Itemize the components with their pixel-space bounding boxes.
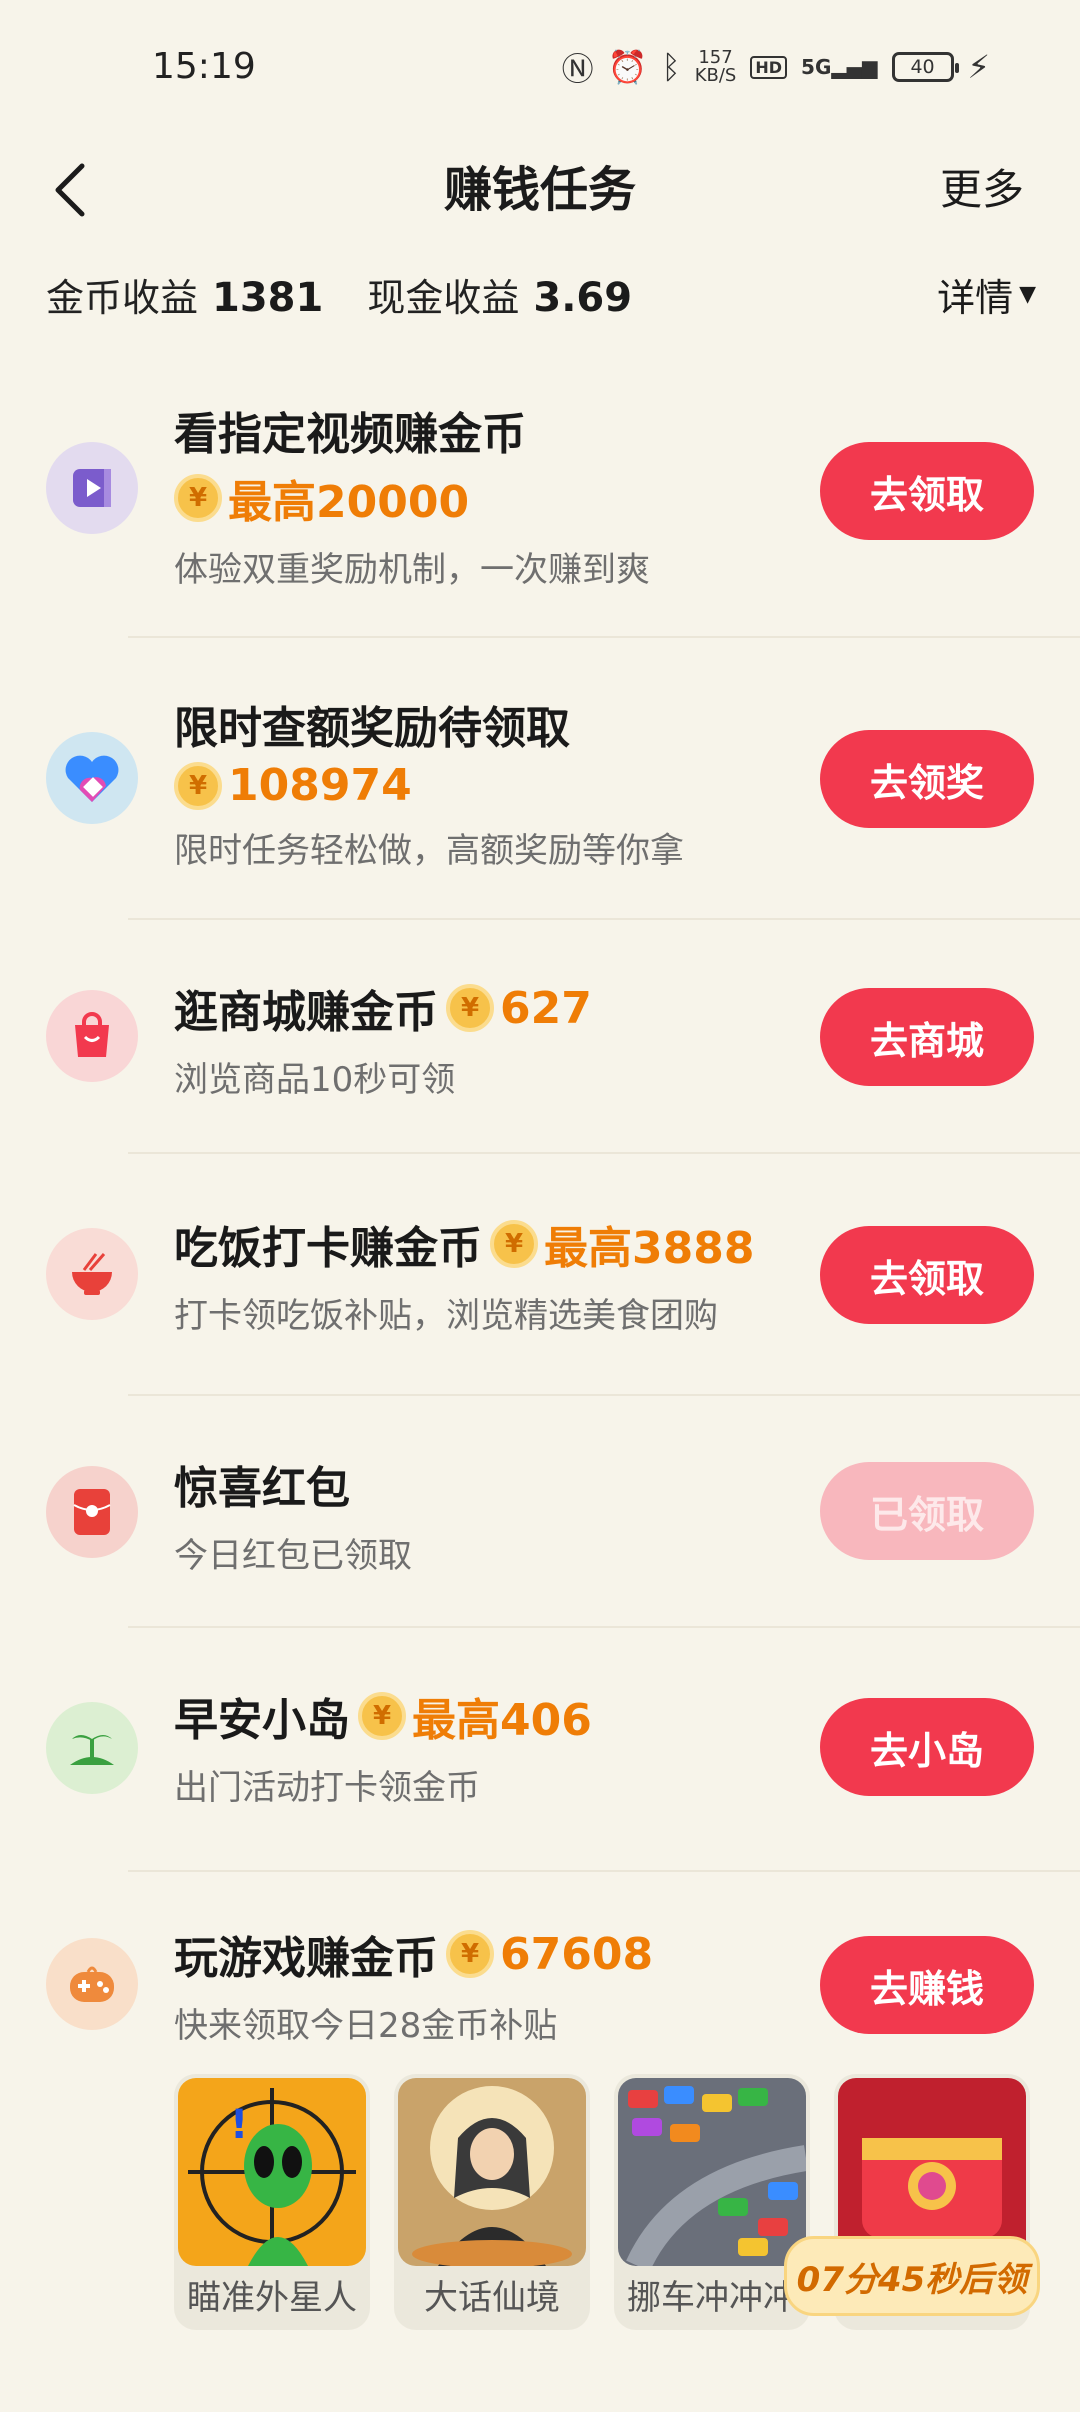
- task-reward-amount: 最高406: [412, 1695, 592, 1746]
- alien-target-icon: !: [178, 2078, 366, 2266]
- task-reward: ¥ 最高20000: [174, 466, 469, 530]
- network-speed: 157 KB/S: [695, 49, 737, 85]
- parking-cars-icon: [618, 2078, 806, 2266]
- game-card[interactable]: ! 瞄准外星人: [174, 2074, 370, 2330]
- task-description: 打卡领吃饭补贴，浏览精选美食团购: [174, 1296, 718, 1336]
- game-card[interactable]: 大话仙境: [394, 2074, 590, 2330]
- task-description: 体验双重奖励机制，一次赚到爽: [174, 550, 650, 590]
- immortal-character-icon: [398, 2078, 586, 2266]
- coin-icon: ¥: [174, 761, 222, 810]
- game-name: 大话仙境: [424, 2278, 560, 2318]
- coin-icon: ¥: [174, 474, 222, 522]
- island-icon: [46, 1702, 138, 1794]
- task-title: 逛商城赚金币: [174, 987, 438, 1038]
- task-title: 惊喜红包: [174, 1463, 350, 1514]
- heart-gem-icon: [46, 732, 138, 824]
- cash-earnings-value: 3.69: [533, 274, 633, 321]
- coin-earnings-label: 金币收益: [46, 275, 199, 320]
- battery-icon: 40: [891, 52, 959, 82]
- task-body: 限时查额奖励待领取 ¥ 108974 限时任务轻松做，高额奖励等你拿: [174, 692, 814, 872]
- cash-earnings-label: 现金收益: [367, 275, 520, 320]
- network-speed-unit: KB/S: [694, 65, 737, 86]
- task-item-limited-reward: 限时查额奖励待领取 ¥ 108974 限时任务轻松做，高额奖励等你拿 去领奖: [0, 638, 1080, 920]
- task-body: 惊喜红包 今日红包已领取: [174, 1452, 814, 1577]
- earnings-summary: 金币收益 1381 现金收益 3.69 详情 ▼: [46, 262, 1036, 326]
- task-body: 吃饭打卡赚金币 ¥ 最高3888 打卡领吃饭补贴，浏览精选美食团购: [174, 1212, 814, 1337]
- task-reward-amount: 627: [500, 982, 592, 1034]
- earn-money-button[interactable]: 去赚钱: [820, 1936, 1034, 2034]
- hd-icon: HD: [750, 55, 788, 79]
- task-reward: ¥ 67608: [446, 1929, 653, 1980]
- claimed-button[interactable]: 已领取: [820, 1462, 1034, 1560]
- task-description: 今日红包已领取: [174, 1536, 412, 1576]
- task-reward-amount: 108974: [228, 760, 412, 811]
- task-body: 早安小岛 ¥ 最高406 出门活动打卡领金币: [174, 1684, 814, 1809]
- claim-reward-button[interactable]: 去领奖: [820, 730, 1034, 828]
- charging-icon: ⚡: [967, 48, 990, 86]
- svg-text:!: !: [230, 2102, 248, 2148]
- signal-icon: 5G▂▄▆: [801, 55, 878, 79]
- task-reward: ¥ 108974: [174, 760, 412, 811]
- bluetooth-icon: ᛒ: [661, 48, 681, 86]
- go-mall-button[interactable]: 去商城: [820, 988, 1034, 1086]
- coin-icon: ¥: [358, 1692, 406, 1740]
- task-title: 吃饭打卡赚金币: [174, 1223, 482, 1274]
- go-island-button[interactable]: 去小岛: [820, 1698, 1034, 1796]
- task-reward: ¥ 最高3888: [490, 1212, 754, 1276]
- status-bar: 15:19 Ⓝ ⏰ ᛒ 157 KB/S HD 5G▂▄▆ 40 ⚡: [0, 0, 1080, 140]
- shopping-bag-icon: [46, 990, 138, 1082]
- task-item-mall: 逛商城赚金币 ¥ 627 浏览商品10秒可领 去商城: [0, 920, 1080, 1154]
- header: 赚钱任务 更多: [0, 140, 1080, 280]
- task-description: 浏览商品10秒可领: [174, 1060, 456, 1100]
- game-name: 瞄准外星人: [187, 2278, 357, 2318]
- game-name: 挪车冲冲冲: [627, 2278, 797, 2318]
- game-card[interactable]: 挪车冲冲冲: [614, 2074, 810, 2330]
- task-reward-amount: 67608: [500, 1928, 654, 1980]
- status-time: 15:19: [152, 46, 256, 87]
- task-description: 出门活动打卡领金币: [174, 1768, 480, 1808]
- status-icons: Ⓝ ⏰ ᛒ 157 KB/S HD 5G▂▄▆ 40 ⚡: [562, 44, 990, 90]
- claim-button[interactable]: 去领取: [820, 442, 1034, 540]
- coin-icon: ¥: [446, 984, 494, 1032]
- page-title: 赚钱任务: [443, 162, 636, 218]
- details-button[interactable]: 详情 ▼: [937, 267, 1036, 322]
- dropdown-caret-icon: ▼: [1019, 281, 1036, 307]
- task-item-meal-checkin: 吃饭打卡赚金币 ¥ 最高3888 打卡领吃饭补贴，浏览精选美食团购 去领取: [0, 1154, 1080, 1396]
- task-reward: ¥ 627: [446, 983, 592, 1034]
- task-body: 玩游戏赚金币 ¥ 67608 快来领取今日28金币补贴: [174, 1922, 814, 2047]
- task-item-video: 看指定视频赚金币 ¥ 最高20000 体验双重奖励机制，一次赚到爽 去领取: [0, 360, 1080, 638]
- task-item-morning-island: 早安小岛 ¥ 最高406 出门活动打卡领金币 去小岛: [0, 1628, 1080, 1872]
- task-reward-amount: 最高20000: [228, 477, 470, 528]
- task-title: 限时查额奖励待领取: [174, 703, 570, 754]
- task-reward: ¥ 最高406: [358, 1684, 592, 1748]
- task-title: 看指定视频赚金币: [174, 409, 526, 460]
- task-description: 限时任务轻松做，高额奖励等你拿: [174, 831, 684, 871]
- rice-bowl-icon: [46, 1228, 138, 1320]
- details-label: 详情: [937, 275, 1014, 320]
- gamepad-icon: [46, 1938, 138, 2030]
- task-title: 早安小岛: [174, 1695, 350, 1746]
- claim-button[interactable]: 去领取: [820, 1226, 1034, 1324]
- countdown-badge[interactable]: 07分45秒后领: [784, 2236, 1040, 2316]
- coin-icon: ¥: [446, 1930, 494, 1978]
- task-body: 看指定视频赚金币 ¥ 最高20000 体验双重奖励机制，一次赚到爽: [174, 398, 814, 591]
- coin-icon: ¥: [490, 1220, 538, 1268]
- red-envelope-icon: [46, 1466, 138, 1558]
- coin-earnings: 金币收益 1381: [46, 267, 323, 322]
- signal-label: 5G: [801, 55, 832, 79]
- task-title: 玩游戏赚金币: [174, 1933, 438, 1984]
- alarm-icon: ⏰: [607, 48, 648, 86]
- nfc-icon: Ⓝ: [561, 50, 594, 88]
- video-icon: [46, 442, 138, 534]
- task-description: 快来领取今日28金币补贴: [174, 2006, 558, 2046]
- task-item-red-envelope: 惊喜红包 今日红包已领取 已领取: [0, 1396, 1080, 1628]
- task-body: 逛商城赚金币 ¥ 627 浏览商品10秒可领: [174, 976, 814, 1101]
- more-button[interactable]: 更多: [940, 150, 1024, 230]
- task-reward-amount: 最高3888: [544, 1223, 755, 1274]
- coin-earnings-value: 1381: [212, 274, 324, 321]
- cash-earnings: 现金收益 3.69: [367, 267, 632, 322]
